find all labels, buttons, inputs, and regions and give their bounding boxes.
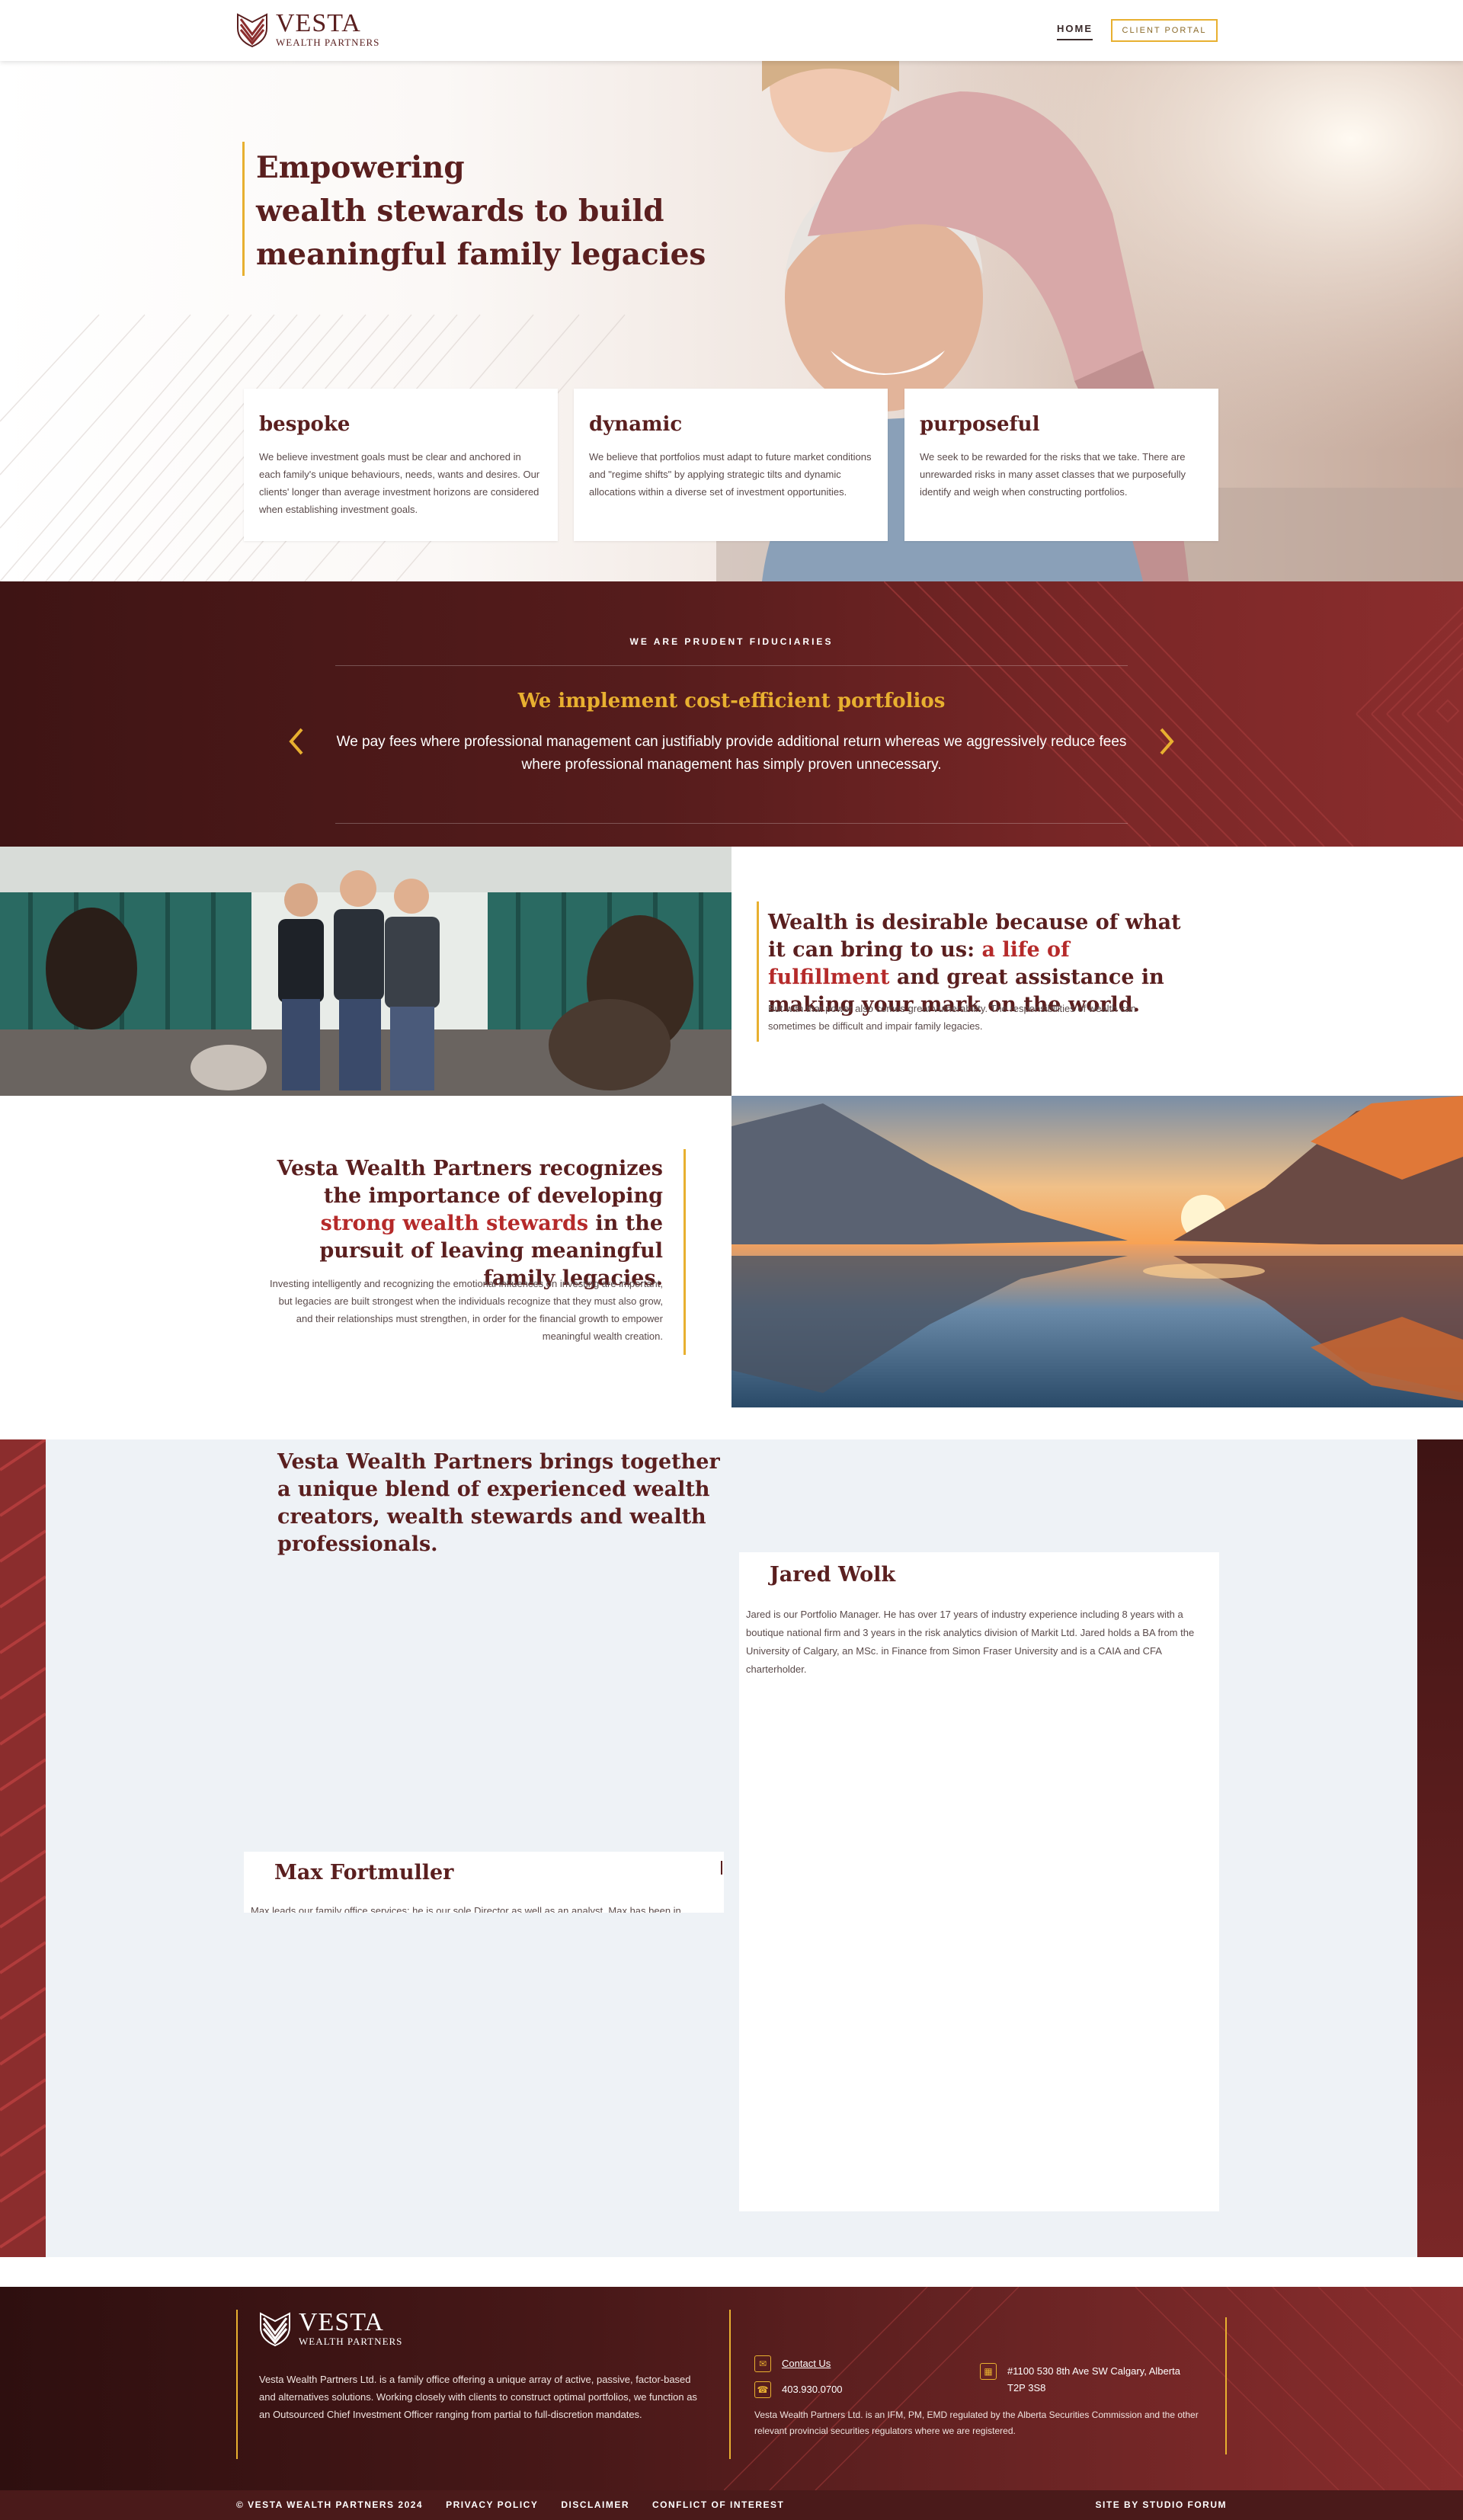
accent-bar (729, 2310, 731, 2459)
accent-bar (757, 901, 759, 1042)
card-text: We believe investment goals must be clea… (259, 451, 540, 515)
shield-logo-icon (260, 2312, 290, 2347)
copyright: © VESTA WEALTH PARTNERS 2024 (236, 2499, 424, 2510)
value-card-purposeful: purposeful We seek to be rewarded for th… (904, 389, 1218, 541)
accent-bar (236, 2310, 238, 2459)
bio-name: Max Fortmuller (274, 1861, 454, 1884)
stewards-section: Vesta Wealth Partners recognizes the imp… (0, 1096, 732, 1407)
hero-title-accent (242, 142, 245, 276)
client-portal-button[interactable]: CLIENT PORTAL (1111, 19, 1218, 42)
regulatory-text: Vesta Wealth Partners Ltd. is an IFM, PM… (754, 2410, 1199, 2436)
accent-bar (683, 1149, 686, 1355)
accent-bar (1225, 2317, 1227, 2454)
hero-title-line-2: wealth stewards to build (256, 194, 664, 229)
divider (335, 665, 1128, 666)
logo[interactable]: VESTA WEALTH PARTNERS (236, 11, 379, 49)
bio-card-jared: Jared Wolk Jared is our Portfolio Manage… (739, 1552, 1219, 2211)
contact-link-row[interactable]: ✉ Contact Us (754, 2355, 831, 2372)
bio-text: Max leads our family office services; he… (251, 1905, 681, 1913)
fiduciary-section: WE ARE PRUDENT FIDUCIARIES We implement … (0, 581, 1463, 847)
conflict-of-interest-link[interactable]: CONFLICT OF INTEREST (652, 2499, 784, 2510)
logo-name: VESTA (276, 9, 361, 37)
value-card-dynamic: dynamic We believe that portfolios must … (574, 389, 888, 541)
card-text: We seek to be rewarded for the risks tha… (920, 451, 1186, 498)
fulfillment-section: Wealth is desirable because of what it c… (732, 847, 1463, 1096)
phone-icon: ☎ (754, 2381, 771, 2398)
card-title: dynamic (589, 413, 683, 436)
card-title: bespoke (259, 413, 351, 436)
heading-text: Wealth is desirable because of what it c… (768, 911, 1181, 962)
address-line-2: T2P 3S8 (1007, 2382, 1046, 2394)
bio-name: Jared Wolk (770, 1563, 896, 1587)
team-section: Vesta Wealth Partners brings together a … (0, 1439, 1463, 2257)
card-text: We believe that portfolios must adapt to… (589, 451, 872, 498)
privacy-policy-link[interactable]: PRIVACY POLICY (446, 2499, 538, 2510)
scroll-indicator (721, 1861, 722, 1875)
hero-title: Empowering wealth stewards to build mean… (256, 146, 706, 277)
side-stripe-pattern (0, 1439, 46, 2257)
bottom-bar: © VESTA WEALTH PARTNERS 2024 PRIVACY POL… (0, 2490, 1463, 2520)
site-footer: VESTA WEALTH PARTNERS Vesta Wealth Partn… (0, 2287, 1463, 2490)
mountain-lake-photo (732, 1096, 1463, 1407)
divider (335, 823, 1128, 824)
heading-accent: strong wealth stewards (320, 1212, 589, 1235)
stewards-heading: Vesta Wealth Partners recognizes the imp… (244, 1155, 663, 1292)
value-card-bespoke: bespoke We believe investment goals must… (244, 389, 558, 541)
chevron-right-icon[interactable] (1155, 726, 1178, 757)
nav-home-link[interactable]: HOME (1057, 23, 1093, 40)
fiduciary-kicker: WE ARE PRUDENT FIDUCIARIES (629, 636, 834, 647)
team-heading: Vesta Wealth Partners brings together a … (277, 1450, 720, 1556)
bio-text: Jared is our Portfolio Manager. He has o… (746, 1609, 1195, 1675)
logo-subtitle: WEALTH PARTNERS (276, 37, 380, 48)
address-line-1: #1100 530 8th Ave SW Calgary, Alberta (1007, 2365, 1180, 2377)
address-row: ▦ #1100 530 8th Ave SW Calgary, Alberta … (980, 2363, 1180, 2397)
building-icon: ▦ (980, 2363, 997, 2380)
slide-title: We implement cost-efficient portfolios (517, 690, 946, 712)
diamond-pattern (884, 581, 1463, 847)
heading-text: Vesta Wealth Partners recognizes the imp… (277, 1157, 663, 1208)
card-title: purposeful (920, 413, 1040, 436)
chevron-left-icon[interactable] (285, 726, 308, 757)
footer-logo[interactable]: VESTA WEALTH PARTNERS (259, 2310, 402, 2348)
logo-subtitle: WEALTH PARTNERS (299, 2336, 403, 2347)
slide-text: We pay fees where professional managemen… (336, 734, 1127, 773)
site-credit-link[interactable]: SITE BY STUDIO FORUM (1096, 2499, 1227, 2510)
phone-row: ☎ 403.930.0700 (754, 2381, 843, 2398)
disclaimer-link[interactable]: DISCLAIMER (561, 2499, 629, 2510)
mail-icon: ✉ (754, 2355, 771, 2372)
site-header: VESTA WEALTH PARTNERS HOME CLIENT PORTAL (0, 0, 1463, 61)
contact-link[interactable]: Contact Us (782, 2355, 831, 2372)
footer-description: Vesta Wealth Partners Ltd. is a family o… (259, 2374, 697, 2420)
stewards-text: Investing intelligently and recognizing … (270, 1278, 663, 1342)
logo-name: VESTA (299, 2308, 384, 2336)
hero-title-line-1: Empowering (256, 150, 465, 185)
bio-card-max: Max Fortmuller Max leads our family offi… (244, 1852, 724, 1913)
family-horses-photo (0, 847, 732, 1096)
fulfillment-text: But with that power also comes great vul… (768, 1003, 1136, 1032)
side-gradient-bar (1417, 1439, 1463, 2257)
hero-section: Empowering wealth stewards to build mean… (0, 61, 1463, 581)
shield-logo-icon (237, 13, 267, 48)
phone-number: 403.930.0700 (782, 2384, 843, 2395)
hero-title-line-3: meaningful family legacies (256, 237, 706, 272)
